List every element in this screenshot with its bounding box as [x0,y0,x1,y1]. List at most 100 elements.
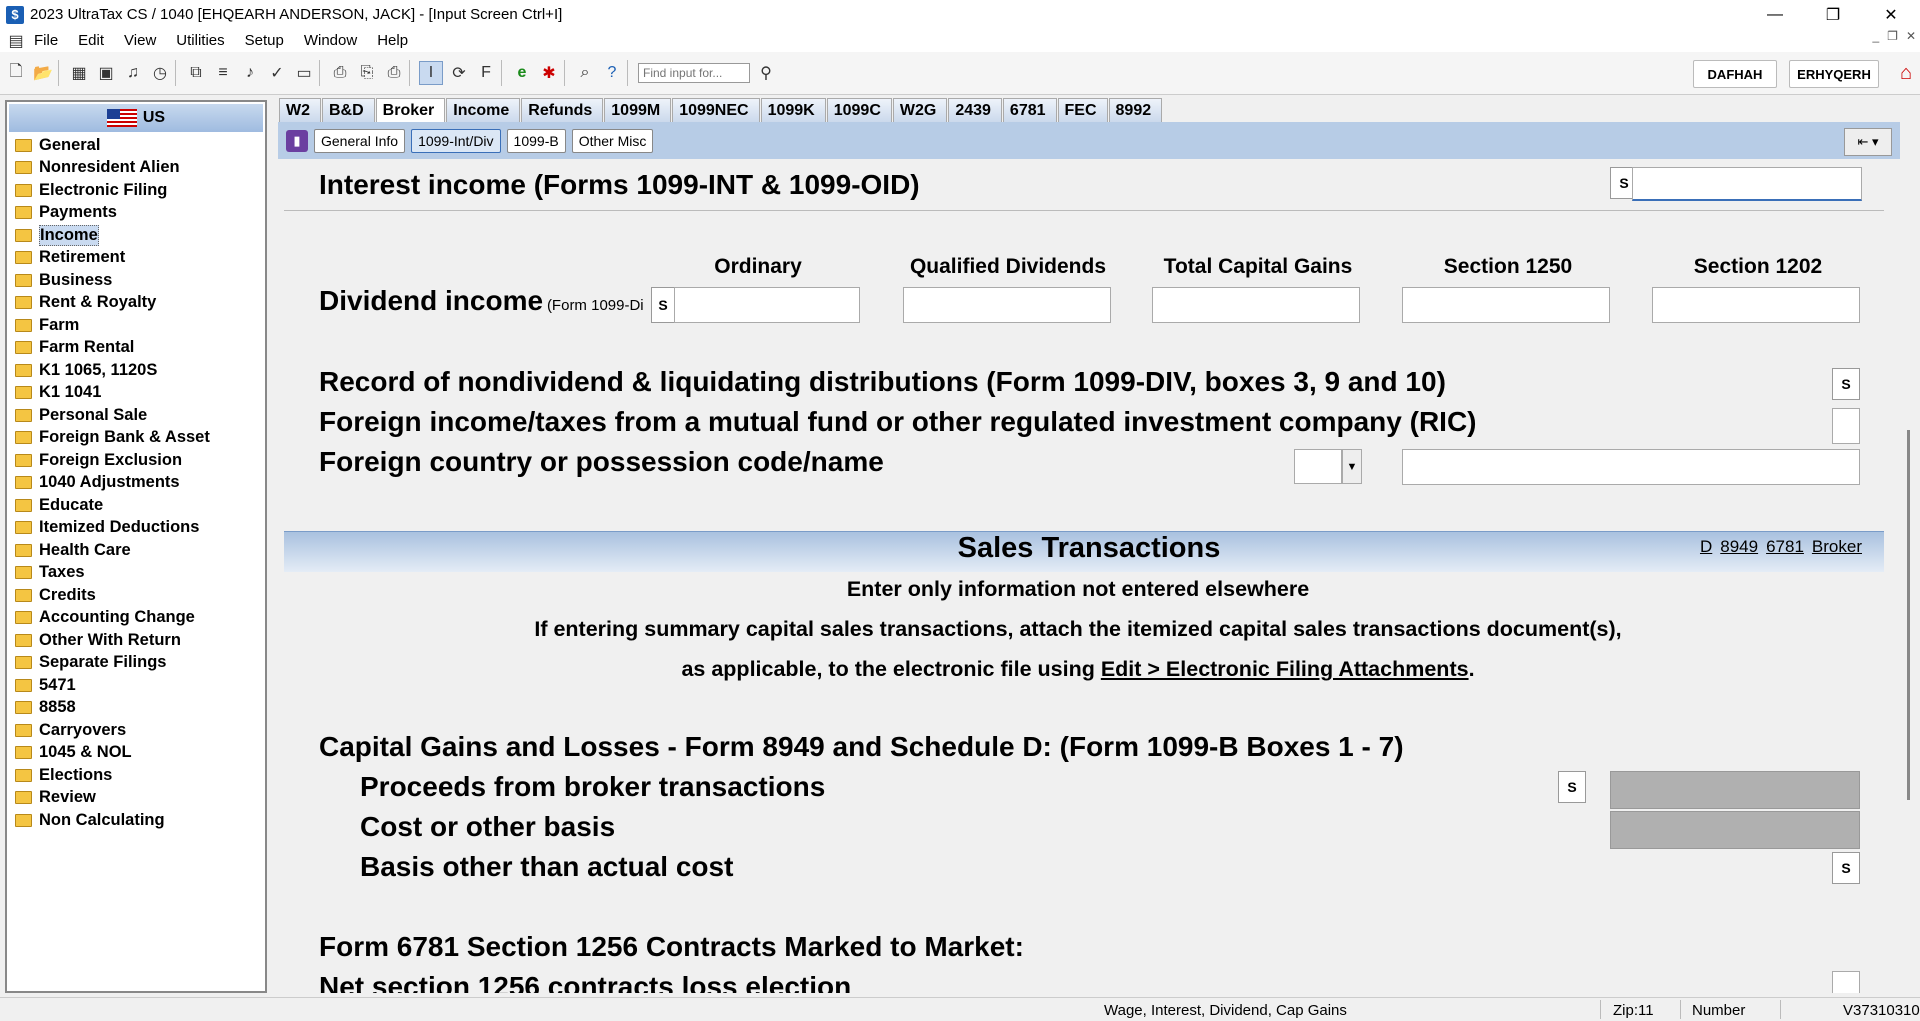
sidebar-item-retirement[interactable]: Retirement [7,247,265,270]
dividend-section-1250-field[interactable] [1402,287,1610,323]
basis-other-s-button[interactable]: S [1832,852,1860,884]
sidebar-item-taxes[interactable]: Taxes [7,562,265,585]
sidebar-item-k1-1041[interactable]: K1 1041 [7,382,265,405]
menu-utilities[interactable]: Utilities [166,32,234,49]
export-dropdown-icon[interactable]: ⇤ ▾ [1844,128,1892,156]
mdi-minimize-icon[interactable]: _ [1872,29,1879,43]
clock-icon[interactable]: ◷ [149,62,171,84]
link-broker[interactable]: Broker [1812,537,1862,557]
dividend-ordinary-field[interactable] [674,287,860,323]
tab-income[interactable]: Income [446,98,521,122]
menu-edit[interactable]: Edit [68,32,114,49]
music-icon[interactable]: ♫ [122,62,144,84]
user-button-2[interactable]: ERHYQERH [1789,60,1879,88]
subtab-1099-b[interactable]: 1099-B [506,128,566,153]
tab-refunds[interactable]: Refunds [521,98,604,122]
sidebar-item-carryovers[interactable]: Carryovers [7,719,265,742]
open-folder-icon[interactable]: 📂 [32,62,54,84]
dividend-qualified-field[interactable] [903,287,1111,323]
sidebar-item-foreign-exclusion[interactable]: Foreign Exclusion [7,449,265,472]
subtab-general-info[interactable]: General Info [314,128,406,153]
save-icon[interactable]: ▣ [95,62,117,84]
menu-setup[interactable]: Setup [235,32,294,49]
field-icon[interactable]: F [475,62,497,84]
menu-help[interactable]: Help [367,32,418,49]
sidebar-item-separate-filings[interactable]: Separate Filings [7,652,265,675]
net-1256-checkbox[interactable] [1832,971,1860,993]
sidebar-item-nonresident-alien[interactable]: Nonresident Alien [7,157,265,180]
calculator-icon[interactable]: ▦ [68,62,90,84]
scrollbar-thumb[interactable] [1907,430,1910,800]
list-icon[interactable]: ≡ [212,62,234,84]
sidebar-item-rent-royalty[interactable]: Rent & Royalty [7,292,265,315]
note-icon[interactable]: ♪ [239,62,261,84]
sidebar-item-5471[interactable]: 5471 [7,674,265,697]
proceeds-s-button[interactable]: S [1558,771,1586,803]
sidebar-item-k1-1065-1120s[interactable]: K1 1065, 1120S [7,359,265,382]
minimize-button[interactable]: — [1746,0,1804,29]
refresh-icon[interactable]: ⟳ [448,62,470,84]
print-icon[interactable]: ⎙ [329,62,351,84]
menu-window[interactable]: Window [294,32,367,49]
dividend-section-1202-field[interactable] [1652,287,1860,323]
close-button[interactable]: ✕ [1862,0,1920,29]
menu-file[interactable]: File [24,32,68,49]
subtab-other-misc[interactable]: Other Misc [571,128,654,153]
sidebar-item-personal-sale[interactable]: Personal Sale [7,404,265,427]
book-icon[interactable]: ▮ [286,129,308,152]
sidebar-item-1045-nol[interactable]: 1045 & NOL [7,742,265,765]
link-6781[interactable]: 6781 [1766,537,1804,557]
binoculars-icon[interactable]: ⚲ [755,62,777,84]
dividend-s-button[interactable]: S [651,287,675,323]
sidebar-item-payments[interactable]: Payments [7,202,265,225]
dividend-capital-gains-field[interactable] [1152,287,1360,323]
sidebar-item-non-calculating[interactable]: Non Calculating [7,809,265,832]
help-icon[interactable]: ? [601,62,623,84]
tab-w2[interactable]: W2 [279,98,321,122]
sidebar-item-farm[interactable]: Farm [7,314,265,337]
link-8949[interactable]: 8949 [1720,537,1758,557]
tab-6781[interactable]: 6781 [1002,98,1057,122]
foreign-country-code-select[interactable] [1294,449,1342,484]
sidebar-item-other-with-return[interactable]: Other With Return [7,629,265,652]
tab-1099k[interactable]: 1099K [760,98,826,122]
sidebar-item-income[interactable]: Income [7,224,265,247]
subtab-1099-int-div[interactable]: 1099-Int/Div [411,128,501,153]
tab-w2g[interactable]: W2G [892,98,948,122]
print-preview-icon[interactable]: ⎘ [356,62,378,84]
sidebar-item-health-care[interactable]: Health Care [7,539,265,562]
tab-8992[interactable]: 8992 [1108,98,1163,122]
tab-1099nec[interactable]: 1099NEC [672,98,760,122]
printer-dropdown-icon[interactable]: ⎙ [383,62,405,84]
sidebar-item-educate[interactable]: Educate [7,494,265,517]
tab-broker[interactable]: Broker [375,98,446,122]
find-input[interactable] [638,63,750,83]
mdi-restore-icon[interactable]: ❐ [1887,29,1898,43]
sidebar-item-farm-rental[interactable]: Farm Rental [7,337,265,360]
sidebar-item-review[interactable]: Review [7,787,265,810]
sidebar-item-itemized-deductions[interactable]: Itemized Deductions [7,517,265,540]
image-icon[interactable]: ▭ [293,62,315,84]
sidebar-item-accounting-change[interactable]: Accounting Change [7,607,265,630]
sidebar-item-business[interactable]: Business [7,269,265,292]
input-mode-icon[interactable]: I [419,61,443,85]
tab-1099c[interactable]: 1099C [826,98,892,122]
sidebar-item-8858[interactable]: 8858 [7,697,265,720]
check-icon[interactable]: ✓ [266,62,288,84]
nondividend-s-button[interactable]: S [1832,368,1860,400]
home-icon[interactable]: ⌂ [1893,60,1919,86]
user-button-1[interactable]: DAFHAH [1693,60,1777,88]
tab-fec[interactable]: FEC [1057,98,1108,122]
link-d[interactable]: D [1700,537,1712,557]
menu-view[interactable]: View [114,32,166,49]
tab-1099m[interactable]: 1099M [604,98,672,122]
foreign-country-name-field[interactable] [1402,449,1860,485]
interest-income-field[interactable] [1632,167,1862,201]
foreign-tax-checkbox[interactable] [1832,408,1860,444]
sidebar-item-general[interactable]: General [7,134,265,157]
bug-icon[interactable]: ✱ [538,62,560,84]
tab-b-d[interactable]: B&D [322,98,375,122]
mdi-close-icon[interactable]: ✕ [1906,29,1916,43]
restore-button[interactable]: ❐ [1804,0,1862,29]
sidebar-item-foreign-bank-asset[interactable]: Foreign Bank & Asset [7,427,265,450]
